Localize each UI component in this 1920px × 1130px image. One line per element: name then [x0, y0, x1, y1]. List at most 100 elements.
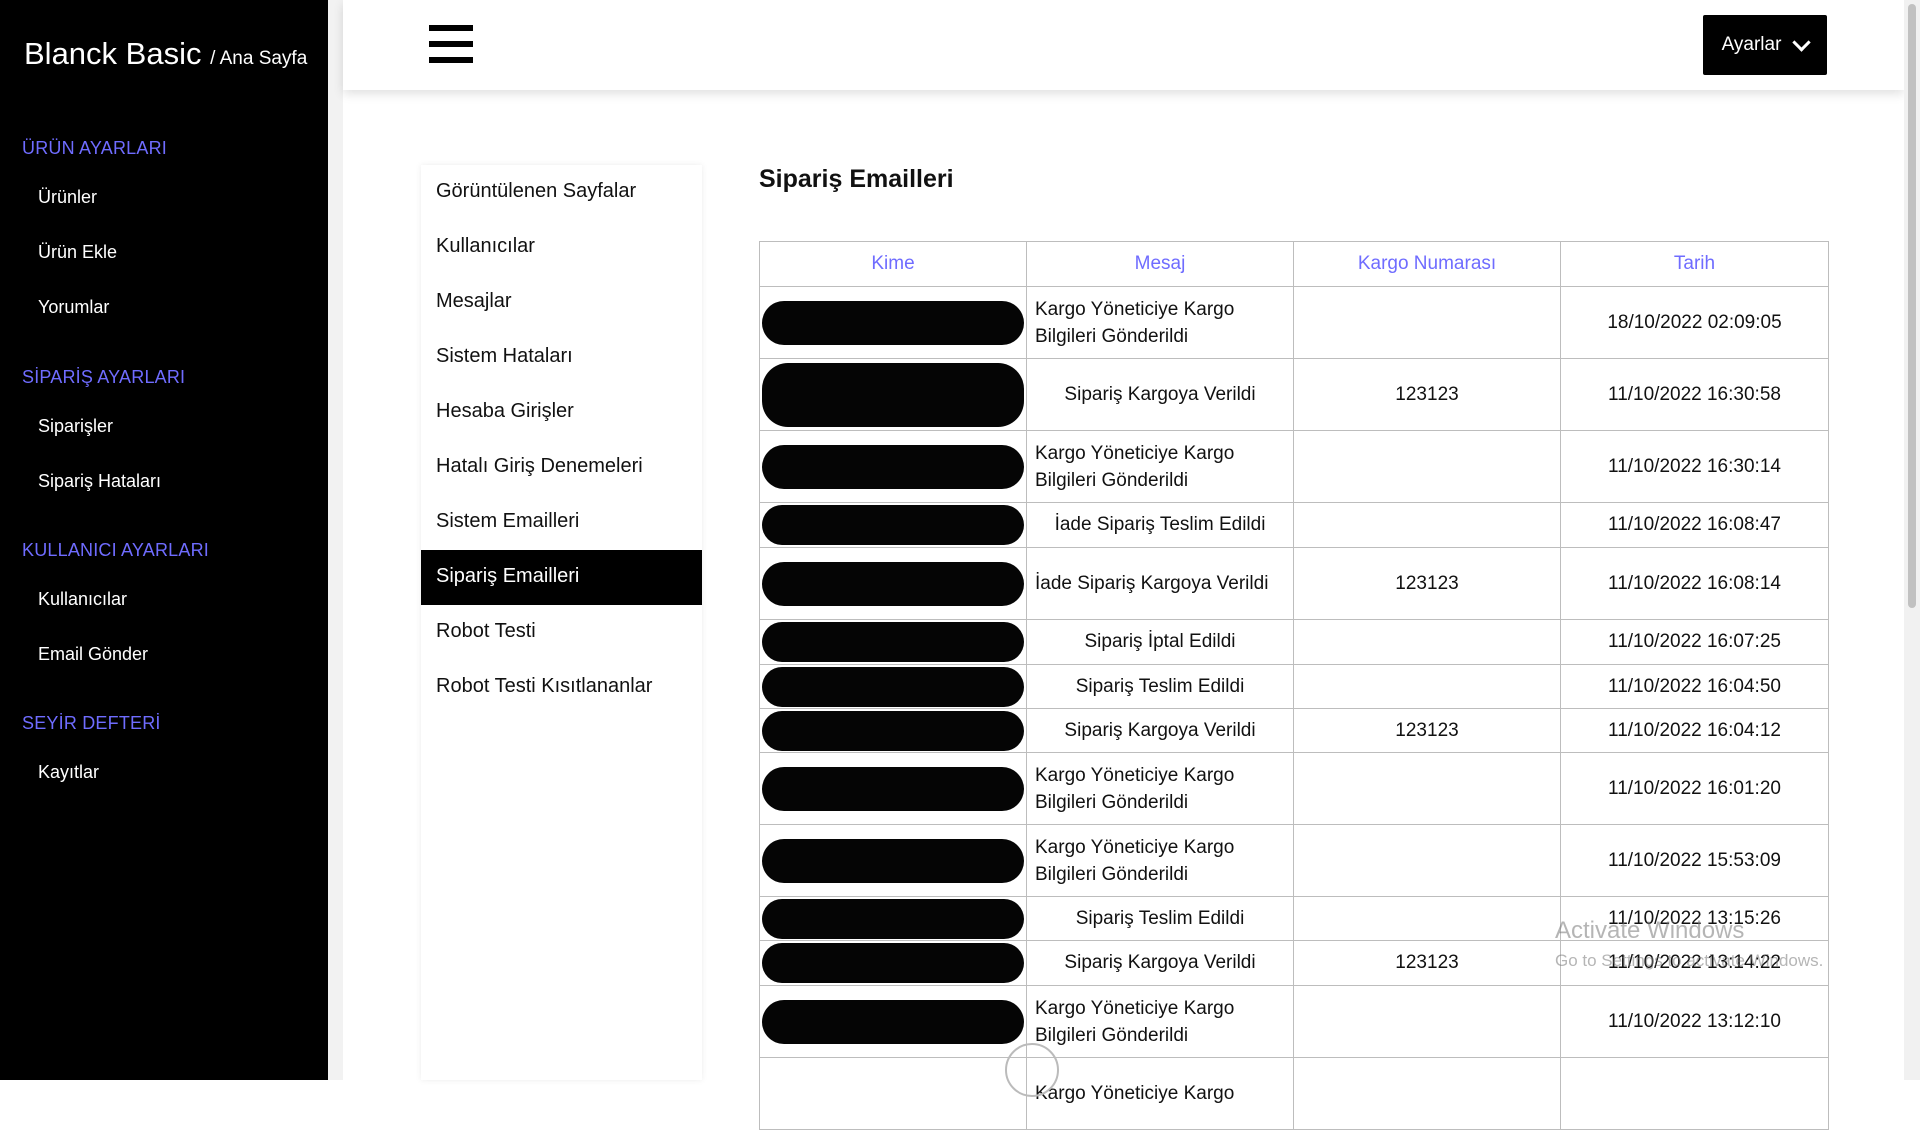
- table-row: Kargo Yöneticiye Kargo Bilgileri Gönderi…: [759, 985, 1829, 1058]
- redaction-mark: [762, 943, 1024, 983]
- menu-item-mesajlar[interactable]: Mesajlar: [421, 275, 702, 330]
- date-cell: 11/10/2022 15:53:09: [1560, 824, 1829, 897]
- recipient-cell: [759, 940, 1027, 986]
- cargo-cell: [1293, 619, 1561, 665]
- menu-item-robot-testi-kisitlananlar[interactable]: Robot Testi Kısıtlananlar: [421, 660, 702, 715]
- cargo-cell: 123123: [1293, 940, 1561, 986]
- redaction-mark: [762, 561, 1024, 606]
- message-cell: Kargo Yöneticiye Kargo Bilgileri Gönderi…: [1026, 286, 1294, 359]
- table-header-row: Kime Mesaj Kargo Numarası Tarih: [759, 241, 1829, 287]
- table-row: Sipariş Teslim Edildi 11/10/2022 16:04:5…: [759, 664, 1829, 709]
- cargo-cell: [1293, 985, 1561, 1058]
- recipient-cell: [759, 752, 1027, 825]
- recipient-cell: [759, 985, 1027, 1058]
- redaction-mark: [762, 505, 1024, 545]
- topbar: Ayarlar: [343, 0, 1904, 90]
- table-row: Kargo Yöneticiye Kargo Bilgileri Gönderi…: [759, 752, 1829, 825]
- activate-windows-title: Activate Windows: [1555, 917, 1745, 944]
- cursor-ring-icon: [1005, 1043, 1059, 1097]
- date-cell: 11/10/2022 16:30:58: [1560, 358, 1829, 431]
- cargo-cell: 123123: [1293, 708, 1561, 753]
- brand-title: Blanck Basic: [24, 36, 202, 71]
- sidebar-section-siparis: SİPARİŞ AYARLARI: [22, 367, 186, 387]
- table-row: Sipariş Kargoya Verildi 123123 11/10/202…: [759, 358, 1829, 431]
- activate-windows-subtitle: Go to Settings to activate Windows.: [1555, 951, 1824, 970]
- sidebar-item-kayitlar[interactable]: Kayıtlar: [38, 762, 99, 783]
- cargo-cell: [1293, 752, 1561, 825]
- sidebar-section-urun: ÜRÜN AYARLARI: [22, 138, 167, 158]
- message-cell: Sipariş Teslim Edildi: [1026, 664, 1294, 709]
- redaction-mark: [762, 622, 1024, 662]
- brand[interactable]: Blanck Basic / Ana Sayfa: [24, 36, 307, 72]
- table-row: Kargo Yöneticiye Kargo Bilgileri Gönderi…: [759, 430, 1829, 503]
- sidebar-item-yorumlar[interactable]: Yorumlar: [38, 297, 109, 318]
- cargo-cell: [1293, 1057, 1561, 1130]
- recipient-cell: [759, 502, 1027, 548]
- message-cell: Sipariş Kargoya Verildi: [1026, 940, 1294, 986]
- sidebar-section-kullanici: KULLANICI AYARLARI: [22, 540, 210, 560]
- recipient-cell: [759, 430, 1027, 503]
- menu-item-hatali-giris[interactable]: Hatalı Giriş Denemeleri: [421, 440, 702, 495]
- log-menu-panel: Görüntülenen Sayfalar Kullanıcılar Mesaj…: [421, 165, 702, 1080]
- date-cell: [1560, 1057, 1829, 1130]
- menu-item-sistem-hatalari[interactable]: Sistem Hataları: [421, 330, 702, 385]
- sidebar-item-email-gonder[interactable]: Email Gönder: [38, 644, 148, 665]
- redaction-mark: [762, 710, 1024, 751]
- date-cell: 11/10/2022 16:04:50: [1560, 664, 1829, 709]
- redaction-mark: [762, 838, 1024, 883]
- menu-item-hesaba-girisler[interactable]: Hesaba Girişler: [421, 385, 702, 440]
- date-cell: 11/10/2022 16:07:25: [1560, 619, 1829, 665]
- table-row: İade Sipariş Kargoya Verildi 123123 11/1…: [759, 547, 1829, 620]
- menu-item-siparis-emailleri[interactable]: Sipariş Emailleri: [421, 550, 702, 605]
- recipient-cell: [759, 824, 1027, 897]
- chevron-down-icon: [1792, 33, 1812, 52]
- column-header-tarih[interactable]: Tarih: [1560, 241, 1829, 287]
- recipient-cell: [759, 708, 1027, 753]
- column-header-mesaj[interactable]: Mesaj: [1026, 241, 1294, 287]
- emails-table: Kime Mesaj Kargo Numarası Tarih Kargo Yö…: [759, 241, 1829, 1130]
- menu-item-robot-testi[interactable]: Robot Testi: [421, 605, 702, 660]
- menu-item-goruntulenen-sayfalar[interactable]: Görüntülenen Sayfalar: [421, 165, 702, 220]
- recipient-cell: [759, 664, 1027, 709]
- date-cell: 18/10/2022 02:09:05: [1560, 286, 1829, 359]
- table-row: İade Sipariş Teslim Edildi 11/10/2022 16…: [759, 502, 1829, 548]
- redaction-mark: [762, 898, 1024, 939]
- column-header-kargo[interactable]: Kargo Numarası: [1293, 241, 1561, 287]
- redaction-mark: [762, 444, 1024, 489]
- table-row: Kargo Yöneticiye Kargo Bilgileri Gönderi…: [759, 824, 1829, 897]
- table-row: Kargo Yöneticiye Kargo: [759, 1057, 1829, 1130]
- breadcrumb: / Ana Sayfa: [210, 48, 308, 69]
- menu-item-kullanicilar[interactable]: Kullanıcılar: [421, 220, 702, 275]
- cargo-cell: [1293, 824, 1561, 897]
- sidebar-item-kullanicilar[interactable]: Kullanıcılar: [38, 589, 127, 610]
- message-cell: Sipariş İptal Edildi: [1026, 619, 1294, 665]
- sidebar-item-siparisler[interactable]: Siparişler: [38, 416, 113, 437]
- cargo-cell: [1293, 502, 1561, 548]
- sidebar-item-urun-ekle[interactable]: Ürün Ekle: [38, 242, 117, 263]
- column-header-kime[interactable]: Kime: [759, 241, 1027, 287]
- hamburger-menu-icon[interactable]: [429, 25, 473, 63]
- cargo-cell: [1293, 664, 1561, 709]
- table-row: Kargo Yöneticiye Kargo Bilgileri Gönderi…: [759, 286, 1829, 359]
- settings-label: Ayarlar: [1721, 34, 1782, 55]
- cargo-cell: [1293, 896, 1561, 941]
- cargo-cell: [1293, 430, 1561, 503]
- settings-dropdown-button[interactable]: Ayarlar: [1703, 15, 1827, 75]
- scrollbar-thumb[interactable]: [1908, 4, 1916, 608]
- date-cell: 11/10/2022 16:01:20: [1560, 752, 1829, 825]
- sidebar-section-seyir: SEYİR DEFTERİ: [22, 713, 161, 733]
- date-cell: 11/10/2022 13:12:10: [1560, 985, 1829, 1058]
- table-row: Sipariş İptal Edildi 11/10/2022 16:07:25: [759, 619, 1829, 665]
- sidebar-item-urunler[interactable]: Ürünler: [38, 187, 97, 208]
- message-cell: Sipariş Kargoya Verildi: [1026, 358, 1294, 431]
- cargo-cell: 123123: [1293, 547, 1561, 620]
- message-cell: Kargo Yöneticiye Kargo Bilgileri Gönderi…: [1026, 824, 1294, 897]
- redaction-mark: [762, 300, 1024, 345]
- redaction-mark: [762, 766, 1024, 811]
- recipient-cell: [759, 547, 1027, 620]
- redaction-mark: [762, 666, 1024, 707]
- date-cell: 11/10/2022 16:08:14: [1560, 547, 1829, 620]
- sidebar-item-siparis-hatalari[interactable]: Sipariş Hataları: [38, 471, 161, 492]
- menu-item-sistem-emailleri[interactable]: Sistem Emailleri: [421, 495, 702, 550]
- recipient-cell: [759, 896, 1027, 941]
